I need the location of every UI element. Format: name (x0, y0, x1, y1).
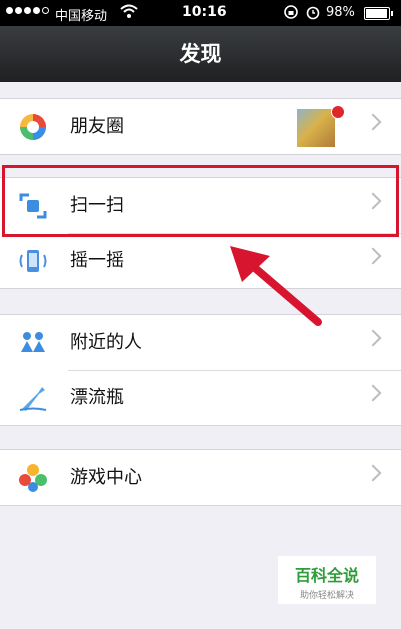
watermark-logo: 百科全说 助你轻松解决 (278, 556, 376, 604)
list-item-drift-bottle[interactable]: 漂流瓶 (0, 370, 401, 425)
group-moments: 朋友圈 (0, 98, 401, 155)
signal-strength-icon (6, 7, 49, 14)
shake-icon (19, 250, 47, 272)
list-item-label: 摇一摇 (70, 250, 124, 271)
status-time: 10:16 (182, 4, 227, 20)
drift-bottle-icon (19, 387, 47, 411)
nearby-people-icon (21, 332, 45, 352)
chevron-right-icon (364, 113, 382, 131)
wifi-icon (120, 4, 138, 18)
battery-icon (364, 7, 393, 20)
list-item-label: 漂流瓶 (70, 387, 124, 408)
rotation-lock-icon (284, 5, 298, 19)
nav-bar: 发现 (0, 26, 401, 82)
watermark-title: 百科全说 (294, 566, 359, 585)
notification-dot (331, 105, 345, 119)
pointer-arrow-icon (230, 246, 322, 326)
battery-percent: 98% (326, 5, 355, 20)
game-center-icon (19, 464, 47, 492)
moments-icon (20, 114, 46, 140)
chevron-right-icon (364, 464, 382, 482)
list-item-shake[interactable]: 摇一摇 (0, 233, 401, 288)
list-item-game-center[interactable]: 游戏中心 (0, 450, 401, 505)
group-game-center: 游戏中心 (0, 449, 401, 506)
chevron-right-icon (364, 384, 382, 402)
chevron-right-icon (364, 247, 382, 265)
highlight-box (2, 165, 399, 237)
page-title: 发现 (179, 42, 222, 66)
list-item-label: 游戏中心 (70, 467, 142, 488)
list-item-label: 附近的人 (70, 332, 142, 353)
status-bar: 中国移动 10:16 98% (0, 0, 401, 26)
list-item-moments[interactable]: 朋友圈 (0, 99, 401, 154)
moments-thumbnail (297, 109, 335, 147)
watermark-subtitle: 助你轻松解决 (299, 591, 354, 601)
list-item-label: 朋友圈 (70, 116, 124, 137)
group-nearby-bottle: 附近的人 漂流瓶 (0, 314, 401, 426)
list-item-nearby-people[interactable]: 附近的人 (0, 315, 401, 370)
chevron-right-icon (364, 329, 382, 347)
carrier-name: 中国移动 (55, 9, 108, 24)
alarm-icon (306, 6, 320, 20)
